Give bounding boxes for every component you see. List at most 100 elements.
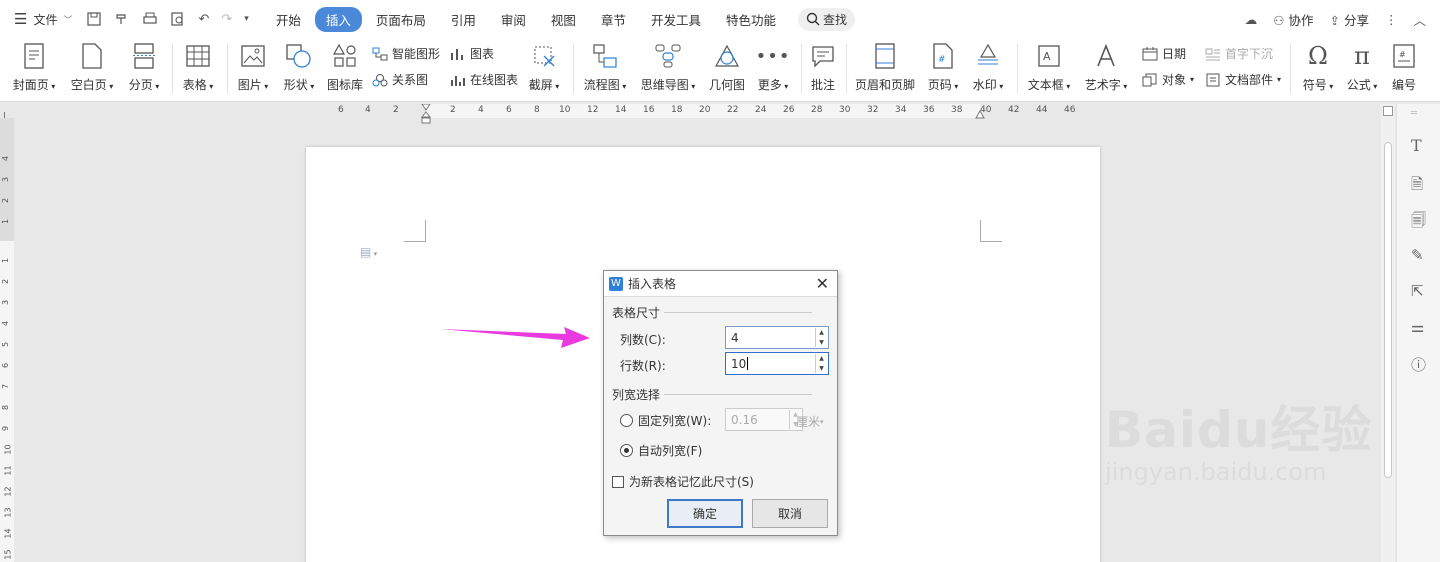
svg-text:#: # — [938, 55, 946, 65]
tab-developer[interactable]: 开发工具 — [640, 7, 712, 32]
ok-button[interactable]: 确定 — [667, 499, 743, 528]
cloud-sync-icon[interactable]: ☁ — [1245, 12, 1258, 27]
columns-value[interactable]: 4 — [731, 331, 739, 345]
column-width-heading: 列宽选择 — [612, 388, 661, 402]
mind-map-label: 思维导图 — [640, 78, 689, 92]
watermark-button[interactable]: 水印 ▾ — [960, 42, 1016, 93]
text-box-button[interactable]: A 文本框 ▾ — [1021, 42, 1077, 93]
online-chart-button[interactable]: 在线图表 — [450, 71, 518, 88]
close-icon[interactable]: ✕ — [816, 274, 829, 293]
help-icon[interactable]: ⓘ — [1411, 354, 1426, 375]
unit-select[interactable]: 厘米 ▾ — [796, 413, 824, 430]
redo-icon[interactable]: ↷ — [221, 12, 232, 27]
unit-label: 厘米 — [796, 415, 821, 429]
icon-library-button[interactable]: 图标库 — [317, 42, 373, 93]
cover-page-button[interactable]: 封面页 ▾ — [6, 42, 62, 93]
rows-stepper[interactable]: 10 ▲ ▼ — [725, 352, 829, 375]
picture-icon — [241, 45, 265, 67]
table-button[interactable]: 表格 ▾ — [170, 42, 226, 93]
auto-width-radio[interactable]: 自动列宽(F) — [620, 442, 702, 459]
picture-label: 图片 — [237, 78, 262, 92]
flowchart-button[interactable]: 流程图 ▾ — [577, 42, 633, 93]
right-indent-marker-icon[interactable] — [975, 110, 985, 120]
customize-chevron-icon[interactable]: ▾ — [244, 14, 249, 24]
dialog-title-bar[interactable]: W 插入表格 ✕ — [604, 271, 837, 297]
hamburger-icon[interactable]: ☰ — [14, 10, 27, 28]
spin-down-icon[interactable]: ▼ — [816, 364, 827, 373]
vertical-scrollbar[interactable] — [1381, 104, 1395, 562]
columns-stepper[interactable]: 4 ▲ ▼ — [725, 326, 829, 349]
file-menu[interactable]: 文件 — [33, 11, 57, 28]
smart-art-button[interactable]: 智能图形 — [372, 45, 440, 62]
header-footer-button[interactable]: 页眉和页脚 — [855, 42, 915, 93]
scroll-top-icon[interactable] — [1383, 106, 1393, 116]
tab-references[interactable]: 引用 — [440, 7, 487, 32]
style-icon[interactable]: T — [1411, 136, 1422, 155]
ruler-number: 16 — [643, 105, 655, 115]
ruler-number: 12 — [587, 105, 599, 115]
object-button[interactable]: 对象 ▾ — [1142, 71, 1194, 88]
relation-diagram-button[interactable]: 关系图 — [372, 71, 428, 88]
format-painter-icon[interactable] — [114, 11, 130, 27]
pen-icon[interactable]: ✎ — [1411, 246, 1424, 264]
undo-icon[interactable]: ↶ — [198, 12, 209, 27]
vertical-ruler[interactable]: 4 3 2 1 1 2 3 4 5 6 7 8 9 10 11 12 13 14… — [0, 118, 14, 562]
collab-button[interactable]: ⚇ 协作 — [1273, 10, 1313, 29]
checkbox-unchecked[interactable] — [612, 475, 624, 488]
blank-page-button[interactable]: 空白页 ▾ — [64, 42, 120, 93]
tab-insert[interactable]: 插入 — [314, 6, 362, 32]
more-menu-icon[interactable]: ⋮ — [1385, 12, 1398, 27]
tab-review[interactable]: 审阅 — [490, 7, 537, 32]
page-break-button[interactable]: 分页 ▾ — [116, 42, 172, 93]
spin-down-icon[interactable]: ▼ — [816, 338, 827, 347]
numbering-icon: # — [1393, 44, 1415, 68]
numbering-button[interactable]: # 编号 — [1376, 42, 1432, 93]
geometry-icon — [714, 44, 740, 67]
chevron-down-icon[interactable]: ﹀ — [63, 13, 72, 26]
spin-up-icon[interactable]: ▲ — [816, 328, 827, 337]
paragraph-options-icon[interactable]: ▤ ▾ — [360, 245, 377, 259]
radio-checked[interactable] — [620, 444, 633, 457]
chart-button[interactable]: 图表 — [450, 45, 494, 62]
doc-parts-button[interactable]: 文档部件 ▾ — [1205, 71, 1281, 88]
select-cursor-icon[interactable]: ⇱ — [1411, 282, 1424, 300]
ruler-number: 32 — [867, 105, 879, 115]
text-caret — [747, 357, 749, 370]
more-button[interactable]: ••• 更多 ▾ — [745, 42, 801, 93]
print-preview-icon[interactable] — [170, 11, 186, 27]
scrollbar-thumb[interactable] — [1384, 142, 1392, 478]
tab-special[interactable]: 特色功能 — [715, 7, 787, 32]
comment-button[interactable]: 批注 — [795, 42, 851, 93]
document-check-icon[interactable]: 🗎 — [1411, 174, 1423, 199]
horizontal-ruler[interactable]: 6 4 2 2 4 6 8 10 12 14 16 18 20 22 24 26… — [330, 104, 1080, 124]
ruler-number: 10 — [3, 444, 13, 455]
fixed-width-radio[interactable]: 固定列宽(W): — [620, 412, 711, 429]
indent-marker-icon[interactable] — [421, 104, 431, 124]
save-icon[interactable] — [86, 11, 102, 27]
svg-text:#: # — [1399, 50, 1406, 59]
print-icon[interactable] — [142, 11, 158, 27]
flowchart-icon — [593, 44, 617, 68]
search-box[interactable]: 查找 — [797, 7, 855, 31]
word-art-button[interactable]: 艺术字 ▾ — [1078, 42, 1134, 93]
adjust-sliders-icon[interactable]: ⚌ — [1411, 318, 1424, 336]
rows-value[interactable]: 10 — [731, 357, 746, 371]
tab-page-layout[interactable]: 页面布局 — [365, 7, 437, 32]
radio-unchecked[interactable] — [620, 414, 633, 427]
share-button[interactable]: ⇪ 分享 — [1330, 10, 1369, 29]
collapse-ribbon-icon[interactable]: ︿ — [1413, 10, 1426, 29]
mind-map-button[interactable]: 思维导图 ▾ — [640, 42, 696, 93]
screenshot-button[interactable]: 截屏 ▾ — [516, 42, 572, 93]
tab-section[interactable]: 章节 — [590, 7, 637, 32]
tab-view[interactable]: 视图 — [540, 7, 587, 32]
spin-up-icon[interactable]: ▲ — [816, 354, 827, 363]
cancel-button[interactable]: 取消 — [752, 499, 828, 528]
remember-size-checkbox[interactable]: 为新表格记忆此尺寸(S) — [612, 473, 754, 490]
tab-home[interactable]: 开始 — [265, 7, 312, 32]
fixed-width-stepper[interactable]: 0.16 ▲ ▼ — [725, 408, 803, 431]
ruler-number: 22 — [727, 105, 739, 115]
dialog-title: 插入表格 — [628, 277, 677, 291]
document-settings-icon[interactable]: 🗐 — [1411, 210, 1426, 235]
date-button[interactable]: 日期 — [1142, 45, 1186, 62]
drop-cap-button[interactable]: 首字下沉 — [1205, 45, 1273, 62]
